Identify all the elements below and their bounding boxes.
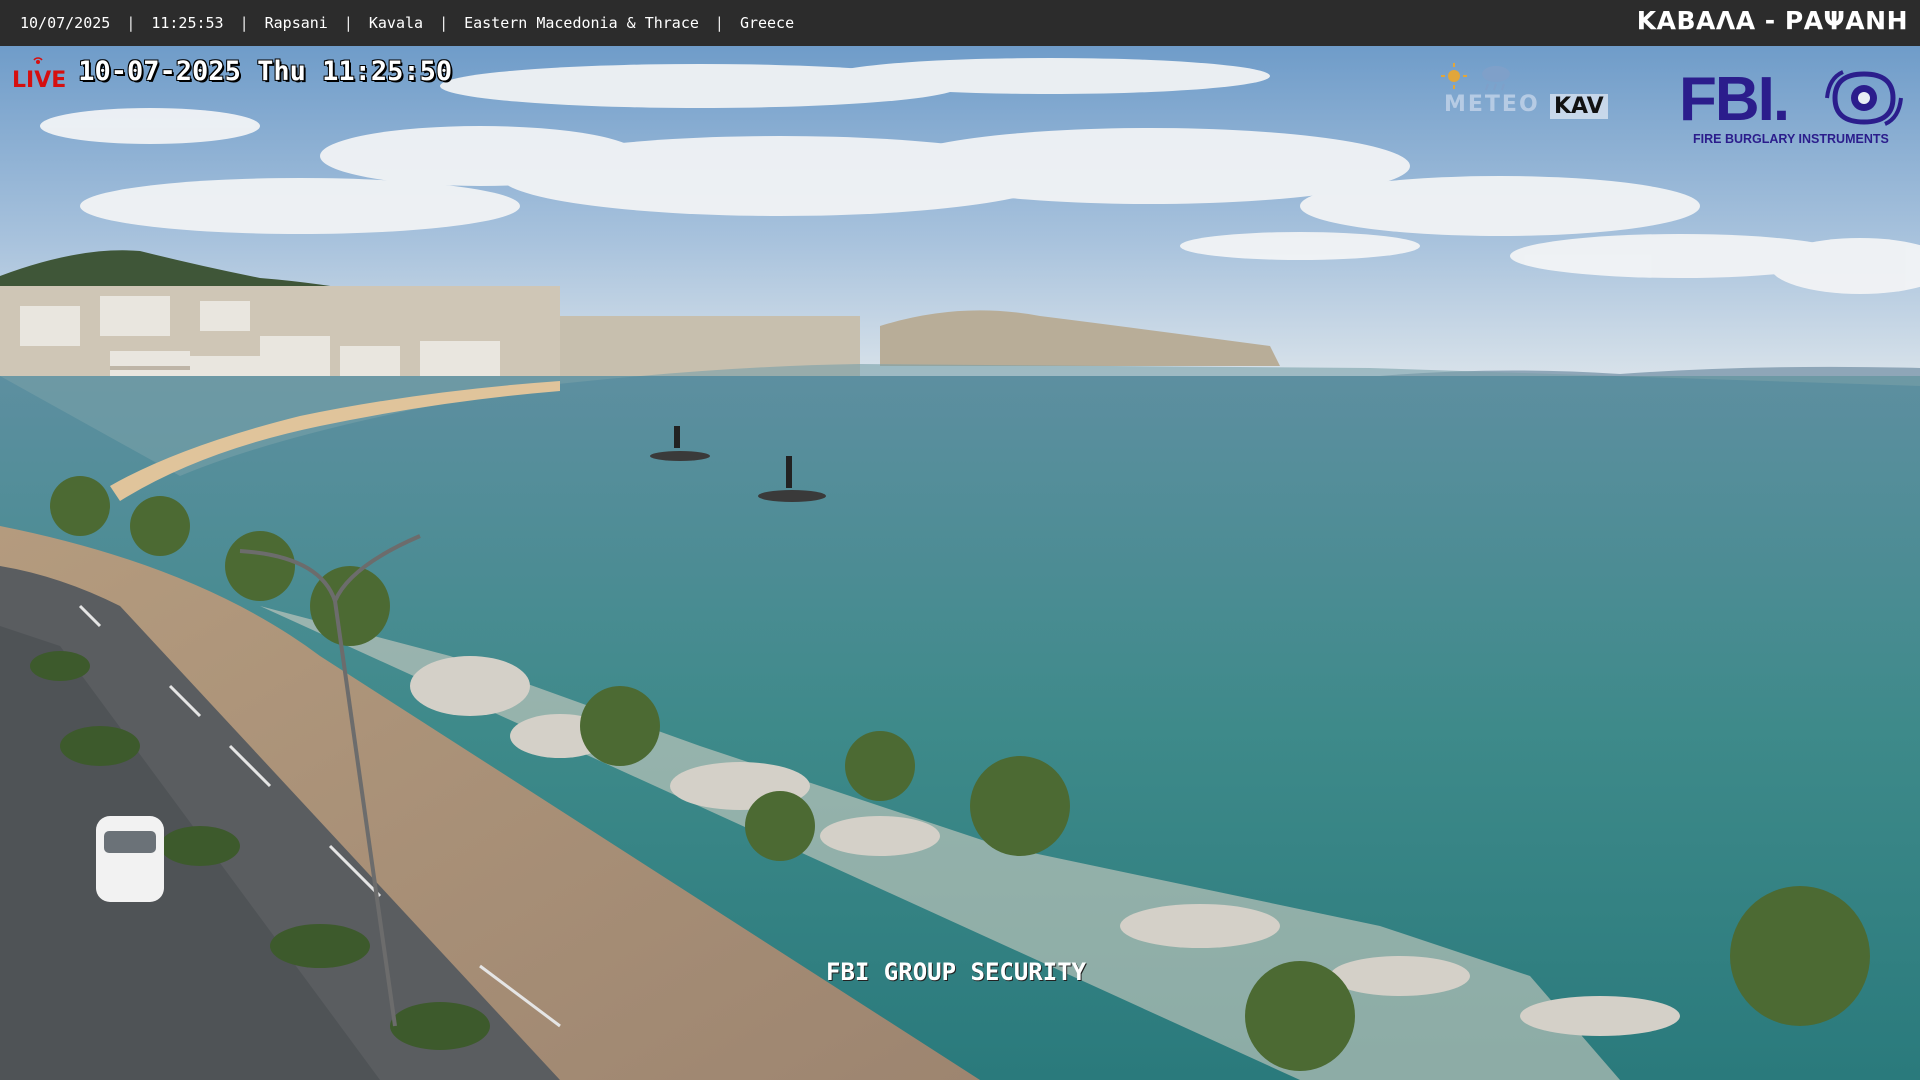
live-signal-icon — [33, 57, 43, 64]
camera-title: ΚΑΒΑΛΑ - ΡΑΨΑΝΗ — [1636, 6, 1908, 35]
live-indicator: LIVE 10-07-2025 Thu 11:25:50 — [12, 56, 452, 93]
meteo-logo: METEO KAV — [1440, 60, 1608, 120]
kav-label: KAV — [1550, 94, 1608, 119]
top-info-bar: 10/07/2025 | 11:25:53 | Rapsani | Kavala… — [0, 0, 1920, 46]
webcam-scene-image — [0, 46, 1920, 1080]
fbi-subtitle: FIRE BURGLARY INSTRUMENTS — [1693, 132, 1889, 146]
fbi-eye-icon — [1825, 70, 1903, 126]
fbi-logo: FBI. FIRE BURGLARY INSTRUMENTS — [1675, 64, 1905, 154]
separator: | — [343, 14, 353, 32]
meteo-label: METEO — [1444, 92, 1540, 117]
live-badge: LIVE — [12, 57, 67, 93]
separator: | — [439, 14, 449, 32]
separator: | — [239, 14, 249, 32]
webcam-feed — [0, 46, 1920, 1080]
watermark-text: FBI GROUP SECURITY — [826, 958, 1087, 986]
separator: | — [714, 14, 724, 32]
separator: | — [126, 14, 136, 32]
region-text: Eastern Macedonia & Thrace — [464, 14, 699, 32]
time-text: 11:25:53 — [151, 14, 224, 32]
location-info: 10/07/2025 | 11:25:53 | Rapsani | Kavala… — [0, 14, 794, 32]
country-text: Greece — [739, 14, 795, 32]
date-text: 10/07/2025 — [20, 14, 111, 32]
car — [96, 816, 164, 902]
live-label: LIVE — [12, 68, 67, 93]
village-text: Rapsani — [264, 14, 328, 32]
fbi-brand: FBI. — [1679, 65, 1790, 134]
camera-timestamp: 10-07-2025 Thu 11:25:50 — [78, 56, 453, 87]
cloud-rain-icon — [1482, 66, 1510, 91]
city-text: Kavala — [368, 14, 424, 32]
